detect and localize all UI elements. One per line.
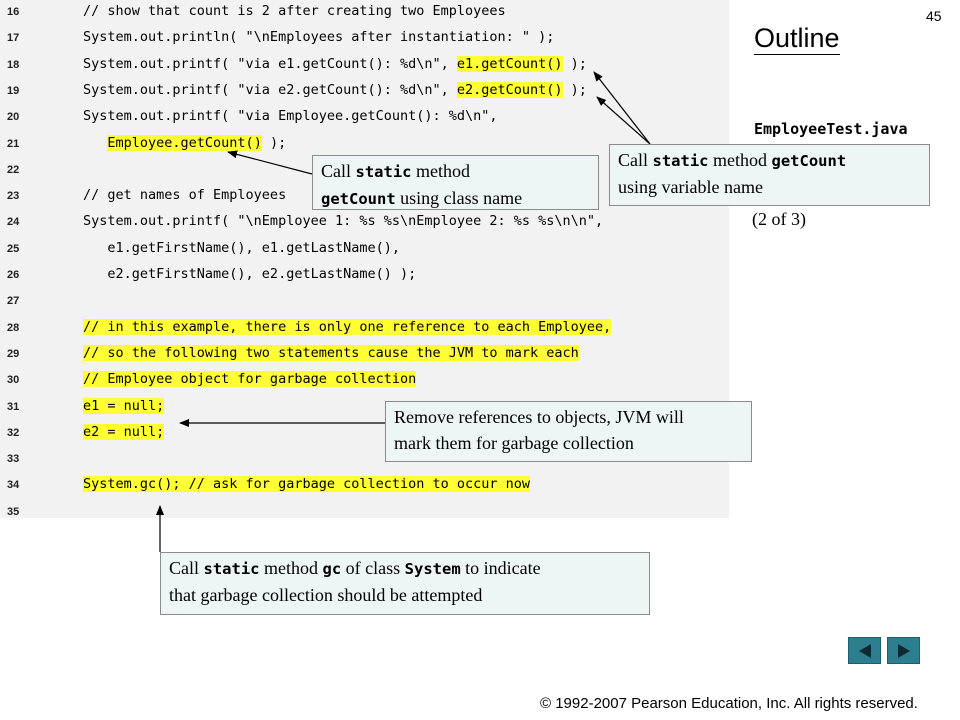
- arrow-class-name: [227, 150, 313, 175]
- triangle-right-icon: [897, 643, 910, 658]
- callout-variable-name: Call static method getCount using variab…: [609, 144, 930, 206]
- callout-gc: Call static method gc of class System to…: [160, 552, 650, 615]
- copyright-notice: © 1992-2007 Pearson Education, Inc. All …: [540, 695, 918, 712]
- triangle-left-icon: [858, 643, 871, 658]
- previous-slide-button[interactable]: [848, 637, 881, 664]
- arrow-variable-name: [593, 71, 651, 145]
- arrow-variable-name-2: [596, 96, 651, 145]
- callout-class-name: Call static method getCount using class …: [312, 155, 599, 210]
- callout-remove-refs: Remove references to objects, JVM will m…: [385, 401, 752, 462]
- next-slide-button[interactable]: [887, 637, 920, 664]
